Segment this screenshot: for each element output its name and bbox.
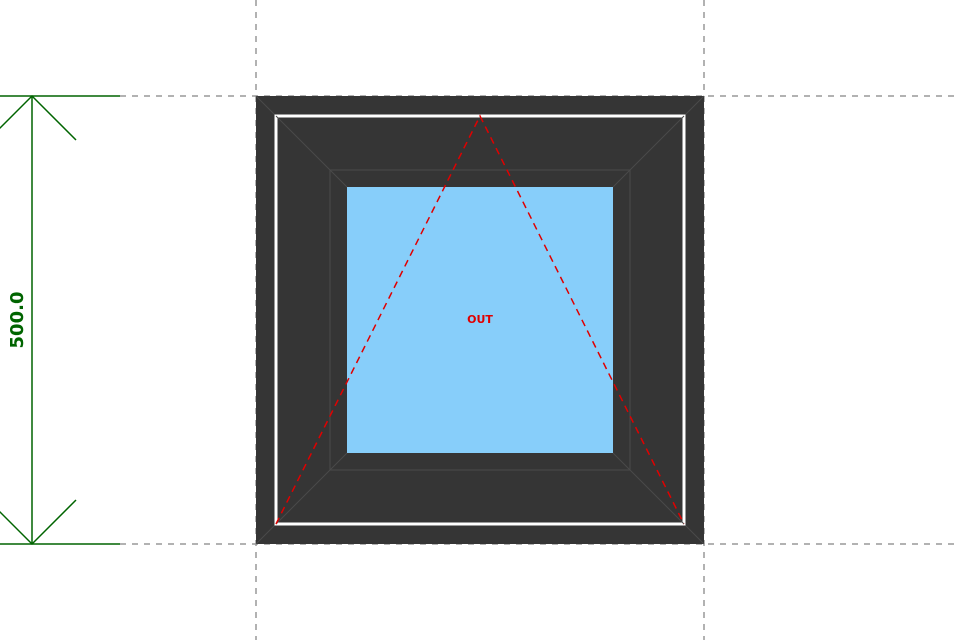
opening-label: OUT: [467, 313, 493, 326]
drawing-canvas: OUT 500.0: [0, 0, 960, 640]
dimension-arrow-bottom: [0, 499, 77, 546]
window-elevation-drawing: OUT 500.0: [0, 0, 960, 640]
dimension-label: 500.0: [7, 292, 28, 349]
height-dimension: 500.0: [0, 94, 120, 546]
dimension-arrow-top: [0, 94, 77, 141]
